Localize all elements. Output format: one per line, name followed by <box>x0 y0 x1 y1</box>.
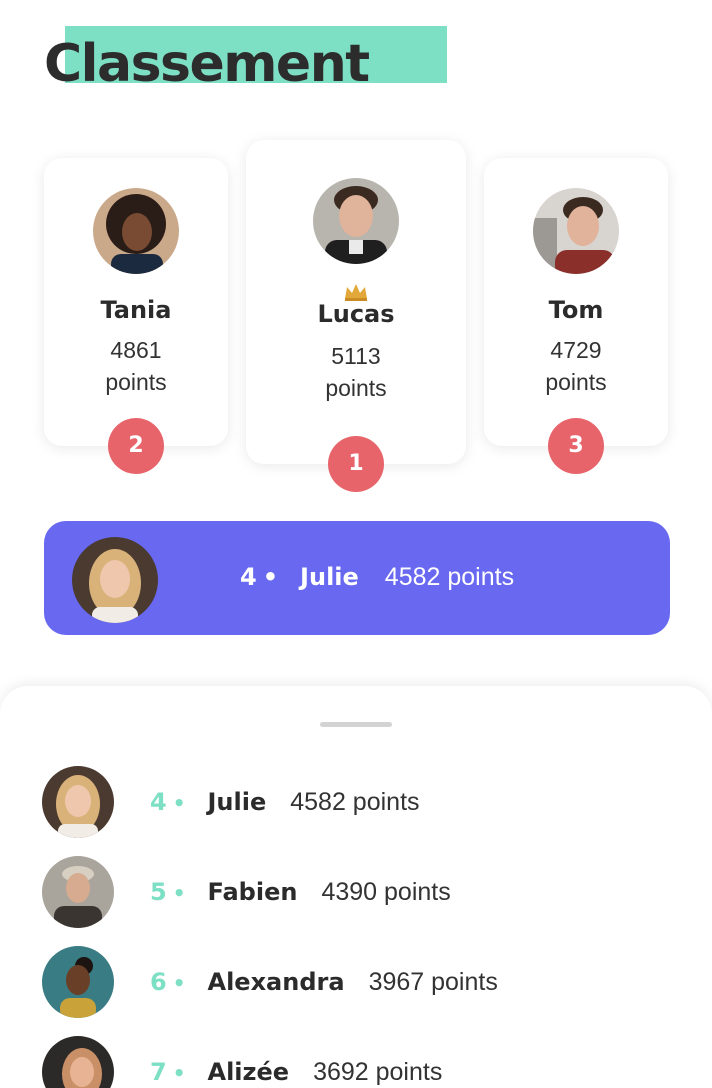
page-title: Classement <box>44 34 370 94</box>
player-points: 4582 points <box>290 788 420 816</box>
current-user-text: 4 • Julie 4582 points <box>240 563 514 592</box>
rank-number: 7 <box>150 1058 167 1086</box>
player-name: Julie <box>300 563 359 591</box>
avatar <box>533 188 619 274</box>
podium-card-third[interactable]: Tom 4729 points 3 <box>484 158 668 474</box>
avatar <box>93 188 179 274</box>
rank-separator: • <box>172 791 186 815</box>
podium-card-second[interactable]: Tania 4861 points 2 <box>44 158 228 474</box>
rank-number: 6 <box>150 968 167 996</box>
list-item[interactable]: 6 • Alexandra 3967 points <box>0 942 712 1022</box>
points-unit: points <box>105 369 167 395</box>
rank-separator: • <box>172 881 186 905</box>
rank-badge: 3 <box>548 418 604 474</box>
player-name: Alexandra <box>207 968 345 996</box>
avatar <box>72 537 158 623</box>
list-item[interactable]: 4 • Julie 4582 points <box>0 762 712 842</box>
podium-card-first[interactable]: Lucas 5113 points 1 <box>246 140 466 492</box>
avatar <box>42 1036 114 1088</box>
crown-icon <box>345 284 367 301</box>
page-header: Classement <box>44 24 464 104</box>
player-name: Tom <box>548 296 604 324</box>
avatar <box>42 856 114 928</box>
rank-badge: 2 <box>108 418 164 474</box>
player-name: Tania <box>100 296 172 324</box>
rank-separator: • <box>172 971 186 995</box>
list-item[interactable]: 7 • Alizée 3692 points <box>0 1032 712 1088</box>
player-points: 3692 points <box>313 1058 443 1086</box>
player-name: Julie <box>207 788 267 816</box>
player-points: 3967 points <box>368 968 498 996</box>
player-name: Alizée <box>207 1058 290 1086</box>
list-item-text: 4 • Julie 4582 points <box>150 788 420 817</box>
list-item-text: 7 • Alizée 3692 points <box>150 1058 442 1087</box>
avatar <box>313 178 399 264</box>
player-score: 4861 <box>110 337 162 363</box>
player-score: 4729 <box>550 337 602 363</box>
player-name: Fabien <box>207 878 298 906</box>
list-item-text: 5 • Fabien 4390 points <box>150 878 451 907</box>
rank-number: 4 <box>240 563 257 591</box>
drag-handle[interactable] <box>320 722 392 727</box>
points-unit: points <box>545 369 607 395</box>
rank-number: 4 <box>150 788 167 816</box>
player-name: Lucas <box>317 300 395 328</box>
ranking-sheet[interactable]: 4 • Julie 4582 points 5 • Fabien 4390 points 6… <box>0 686 712 1088</box>
rank-separator: • <box>262 563 279 591</box>
player-score: 5113 <box>331 343 381 369</box>
avatar <box>42 946 114 1018</box>
rank-separator: • <box>172 1061 186 1085</box>
player-points: 4390 points <box>321 878 451 906</box>
avatar <box>42 766 114 838</box>
list-item[interactable]: 5 • Fabien 4390 points <box>0 852 712 932</box>
points-unit: points <box>325 375 387 401</box>
rank-number: 5 <box>150 878 167 906</box>
list-item-text: 6 • Alexandra 3967 points <box>150 968 498 997</box>
rank-badge: 1 <box>328 436 384 492</box>
current-user-bar[interactable]: 4 • Julie 4582 points <box>44 521 670 635</box>
player-points: 4582 points <box>384 563 515 591</box>
